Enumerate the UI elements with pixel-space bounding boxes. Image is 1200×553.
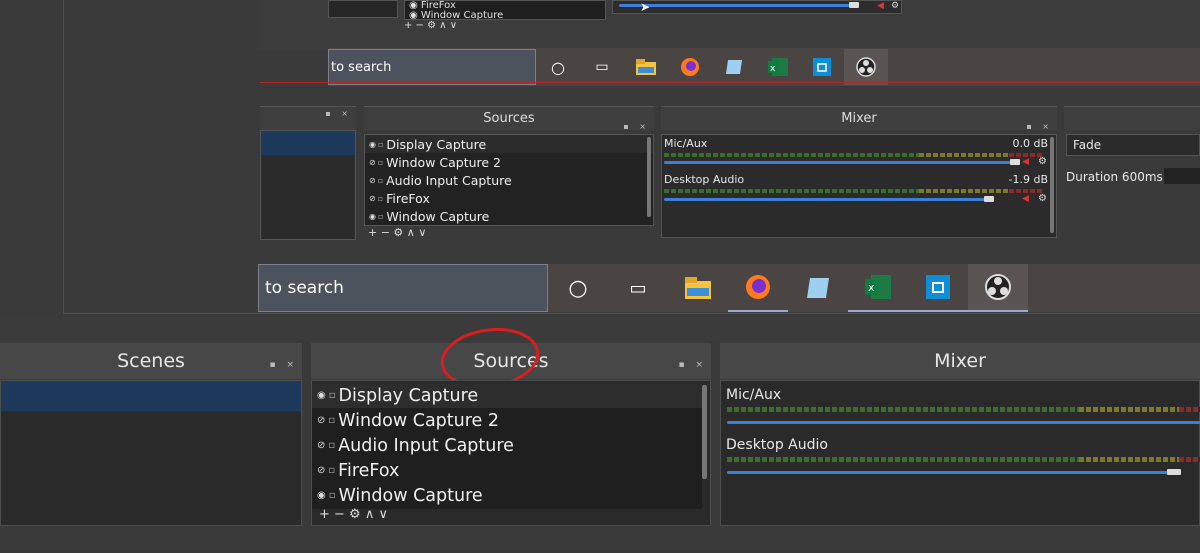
bottom-sources-list: ◉ ▫ Display Capture ⊘ ▫ Window Capture 2 ⊘ ▫ A…: [311, 380, 711, 526]
eye-hidden-icon[interactable]: ⊘: [369, 176, 376, 185]
middle-transitions-header: [1064, 106, 1200, 130]
volume-slider[interactable]: [664, 198, 990, 201]
audio-meter: [664, 189, 1044, 193]
gear-icon[interactable]: ⚙: [1038, 193, 1047, 204]
mixer-channel-name: Mic/Aux: [726, 387, 782, 403]
lock-icon[interactable]: ▫: [378, 140, 383, 149]
lock-icon[interactable]: ▫: [378, 194, 383, 203]
list-item[interactable]: ⊘ ▫ Audio Input Capture: [365, 171, 653, 189]
middle-sources-header: Sources ▪ ×: [364, 106, 654, 131]
speaker-icon[interactable]: ◀: [1022, 194, 1029, 204]
svg-text:x: x: [868, 281, 875, 294]
divider: [0, 318, 1200, 340]
audio-meter: [664, 153, 1044, 157]
task-view-icon[interactable]: ▭: [608, 264, 668, 312]
eye-icon[interactable]: ◉: [317, 490, 326, 501]
dock-buttons[interactable]: ▪ ×: [678, 347, 707, 383]
lock-icon[interactable]: ▫: [328, 440, 335, 451]
selected-scene[interactable]: [1, 381, 301, 411]
middle-mixer-panel: Mic/Aux 0.0 dB ◀ ⚙ Desktop Audio -1.9 dB…: [661, 134, 1057, 238]
mixer-channel-name: Desktop Audio: [726, 437, 828, 453]
middle-sources-toolbar[interactable]: + − ⚙ ∧ ∨: [368, 226, 426, 239]
transition-select[interactable]: Fade: [1066, 134, 1200, 156]
volume-knob[interactable]: [1167, 469, 1181, 475]
middle-scenes-list: [260, 130, 356, 240]
duration-label: Duration 600ms: [1066, 170, 1163, 184]
notepad-icon[interactable]: [788, 264, 848, 312]
taskbar-large: to search ○ ▭ x: [258, 264, 1200, 312]
lock-icon[interactable]: ▫: [329, 390, 336, 401]
duration-input[interactable]: [1164, 168, 1200, 184]
volume-knob[interactable]: [984, 196, 994, 202]
speaker-icon[interactable]: ◀: [1022, 157, 1029, 167]
list-item[interactable]: ◉ ▫ Window Capture: [312, 483, 702, 508]
lock-icon[interactable]: ▫: [378, 176, 383, 185]
volume-slider[interactable]: [664, 161, 1020, 164]
mixer-db-readout: 0.0 dB: [1012, 137, 1048, 150]
list-item[interactable]: ⊘ ▫ Window Capture 2: [365, 153, 653, 171]
obs-icon[interactable]: [968, 264, 1028, 312]
list-item[interactable]: ◉ ▫ Display Capture: [365, 135, 653, 153]
bottom-scenes-header: Scenes ▪ ×: [0, 343, 302, 379]
volume-knob[interactable]: [1010, 159, 1020, 165]
gear-icon[interactable]: ⚙: [1038, 156, 1047, 167]
eye-hidden-icon[interactable]: ⊘: [369, 158, 376, 167]
eye-icon[interactable]: ◉: [369, 140, 376, 149]
firefox-icon[interactable]: [728, 264, 788, 312]
lock-icon[interactable]: ▫: [329, 490, 336, 501]
audio-meter: [727, 457, 1200, 462]
lock-icon[interactable]: ▫: [328, 465, 335, 476]
lock-icon[interactable]: ▫: [328, 415, 335, 426]
middle-scenes-header: ▪ ×: [260, 106, 356, 130]
eye-hidden-icon[interactable]: ⊘: [317, 465, 325, 476]
lock-icon[interactable]: ▫: [378, 212, 383, 221]
list-item[interactable]: ◉ ▫ Window Capture: [365, 207, 653, 225]
middle-transitions-panel: Fade Duration 600ms: [1064, 134, 1200, 238]
volume-slider[interactable]: [727, 421, 1200, 424]
dock-buttons[interactable]: ▪ ×: [269, 347, 298, 383]
scrollbar[interactable]: [702, 385, 707, 479]
bottom-bar: [0, 530, 1200, 553]
selected-scene[interactable]: [261, 131, 355, 155]
volume-slider[interactable]: [727, 471, 1173, 474]
file-explorer-icon[interactable]: [668, 264, 728, 312]
list-item[interactable]: ⊘ ▫ FireFox: [365, 189, 653, 207]
red-outline-inner: [260, 82, 1200, 83]
mixer-db-readout: -1.9 dB: [1008, 173, 1049, 186]
list-item[interactable]: ⊘ ▫ FireFox: [312, 458, 702, 483]
dock-buttons[interactable]: ▪ ×: [325, 109, 352, 118]
eye-icon[interactable]: ◉: [317, 390, 326, 401]
store-icon[interactable]: [908, 264, 968, 312]
excel-icon[interactable]: x: [848, 264, 908, 312]
bottom-mixer-panel: Mic/Aux Desktop Audio: [720, 380, 1200, 526]
eye-hidden-icon[interactable]: ⊘: [317, 415, 325, 426]
bottom-scenes-list: [0, 380, 302, 526]
cortana-icon[interactable]: ○: [548, 264, 608, 312]
middle-mixer-header: Mixer ▪ ×: [661, 106, 1057, 131]
mixer-channel-name: Mic/Aux: [664, 137, 708, 150]
list-item[interactable]: ◉ ▫ Display Capture: [312, 383, 702, 408]
eye-hidden-icon[interactable]: ⊘: [369, 194, 376, 203]
scrollbar[interactable]: [647, 137, 651, 217]
list-item[interactable]: ⊘ ▫ Audio Input Capture: [312, 433, 702, 458]
list-item[interactable]: ⊘ ▫ Window Capture 2: [312, 408, 702, 433]
bottom-mixer-header: Mixer: [720, 343, 1200, 379]
mixer-channel-name: Desktop Audio: [664, 173, 745, 186]
search-input[interactable]: to search: [258, 264, 548, 312]
middle-sources-list: ◉ ▫ Display Capture ⊘ ▫ Window Capture 2 ⊘ ▫ A…: [364, 134, 654, 226]
bottom-sources-toolbar[interactable]: + − ⚙ ∧ ∨: [319, 507, 388, 522]
scrollbar[interactable]: [1050, 137, 1054, 233]
lock-icon[interactable]: ▫: [378, 158, 383, 167]
eye-hidden-icon[interactable]: ⊘: [317, 440, 325, 451]
audio-meter: [727, 407, 1200, 412]
eye-icon[interactable]: ◉: [369, 212, 376, 221]
